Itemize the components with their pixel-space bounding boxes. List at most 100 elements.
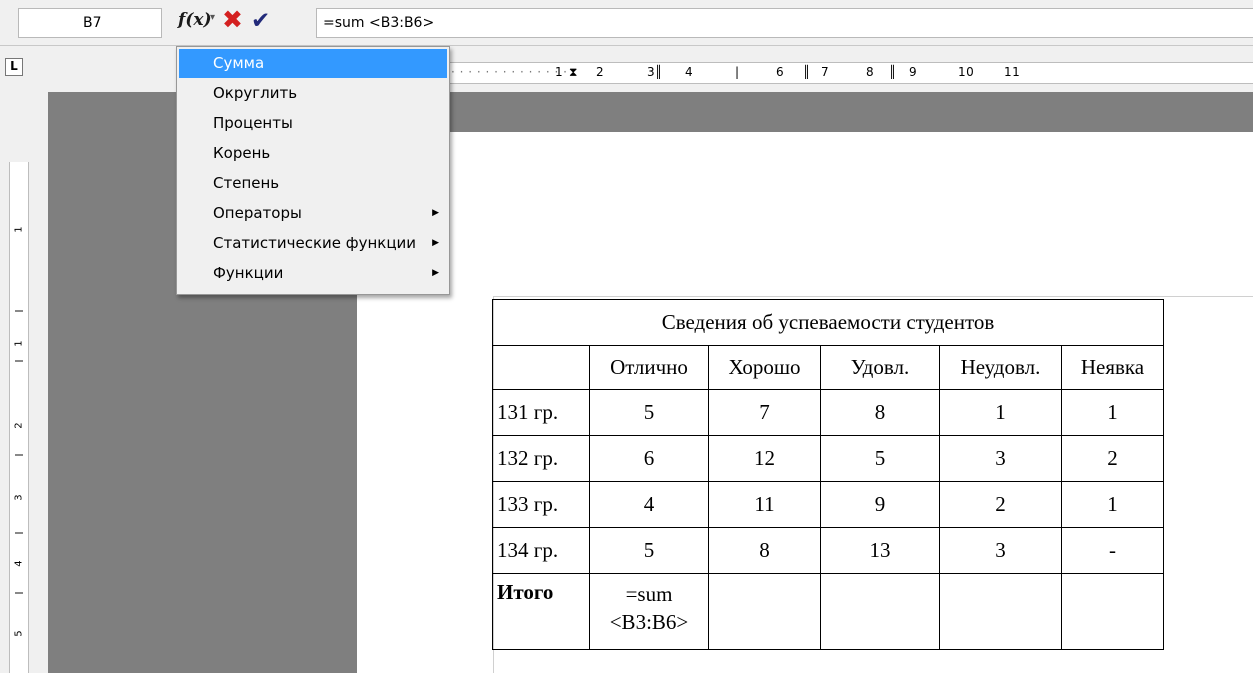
table-header-row: Отлично Хорошо Удовл. Неудовл. Неявка <box>492 345 1164 390</box>
row-label-cell[interactable]: 134 гр. <box>492 527 590 574</box>
table-cell[interactable]: 3 <box>939 527 1062 574</box>
table-cell[interactable]: - <box>1061 527 1164 574</box>
column-marker-icon[interactable]: ║ <box>803 65 811 79</box>
ruler-number: 3 <box>647 65 656 79</box>
ruler-number: 3 <box>13 494 25 501</box>
row-label-cell[interactable]: 132 гр. <box>492 435 590 482</box>
menu-item-percent[interactable]: Проценты <box>179 109 447 138</box>
table-cell[interactable]: 2 <box>1061 435 1164 482</box>
cancel-icon[interactable]: ✖ <box>222 5 243 35</box>
ruler-number: 8 <box>866 65 875 79</box>
table-cell[interactable]: 4 <box>589 481 709 528</box>
table-cell[interactable]: 1 <box>939 389 1062 436</box>
active-formula-cell[interactable]: =sum <B3:B6> <box>589 573 709 650</box>
ruler-marker <box>15 532 23 534</box>
ruler-number: 2 <box>596 65 605 79</box>
submenu-arrow-icon: ▶ <box>432 238 439 248</box>
table-cell[interactable]: 5 <box>820 435 940 482</box>
column-marker-icon[interactable]: ║ <box>655 65 663 79</box>
ruler-number: 9 <box>909 65 918 79</box>
performance-table[interactable]: Сведения об успеваемости студентов Отлич… <box>492 299 1164 650</box>
menu-item-label: Функции <box>213 264 284 282</box>
row-label-cell[interactable]: 133 гр. <box>492 481 590 528</box>
table-cell[interactable]: 1 <box>1061 389 1164 436</box>
table-cell[interactable]: 2 <box>939 481 1062 528</box>
menu-item-square-root[interactable]: Корень <box>179 139 447 168</box>
table-row: 131 гр. 5 7 8 1 1 <box>492 389 1164 436</box>
table-cell[interactable]: 8 <box>708 527 821 574</box>
menu-item-label: Статистические функции <box>213 234 417 252</box>
ruler-number: 6 <box>776 65 785 79</box>
menu-item-label: Корень <box>213 144 271 162</box>
menu-item-round[interactable]: Округлить <box>179 79 447 108</box>
ruler-number: 10 <box>958 65 975 79</box>
menu-item-label: Сумма <box>213 54 265 72</box>
ruler-number: 4 <box>13 560 25 567</box>
table-cell[interactable]: 8 <box>820 389 940 436</box>
menu-item-operators[interactable]: Операторы ▶ <box>179 199 447 228</box>
menu-item-label: Операторы <box>213 204 302 222</box>
ruler-number: 5 <box>13 630 25 637</box>
table-cell[interactable] <box>939 573 1062 650</box>
vertical-ruler-area: 1 1 2 3 4 5 <box>0 92 48 673</box>
row-label-cell[interactable]: 131 гр. <box>492 389 590 436</box>
tab-stop-selector[interactable]: L <box>5 58 23 76</box>
menu-item-label: Округлить <box>213 84 298 102</box>
table-header-cell[interactable]: Отлично <box>589 345 709 390</box>
table-cell[interactable]: 11 <box>708 481 821 528</box>
menu-item-label: Проценты <box>213 114 293 132</box>
table-cell[interactable]: 1 <box>1061 481 1164 528</box>
table-cell[interactable]: 5 <box>589 527 709 574</box>
text-boundary-line <box>493 296 1253 297</box>
ruler-number: 7 <box>821 65 830 79</box>
table-cell[interactable] <box>708 573 821 650</box>
formula-input[interactable]: =sum <B3:B6> <box>316 8 1253 38</box>
ruler-number: 4 <box>685 65 694 79</box>
table-cell[interactable]: 5 <box>589 389 709 436</box>
table-cell[interactable]: 9 <box>820 481 940 528</box>
ruler-number: 11 <box>1004 65 1021 79</box>
table-header-cell[interactable] <box>492 345 590 390</box>
table-cell[interactable]: 12 <box>708 435 821 482</box>
table-header-cell[interactable]: Неудовл. <box>939 345 1062 390</box>
table-cell[interactable]: 13 <box>820 527 940 574</box>
table-row: 132 гр. 6 12 5 3 2 <box>492 435 1164 482</box>
total-label-cell[interactable]: Итого <box>492 573 590 650</box>
submenu-arrow-icon: ▶ <box>432 208 439 218</box>
column-marker-icon[interactable]: | <box>735 65 740 79</box>
table-cell[interactable]: 6 <box>589 435 709 482</box>
horizontal-ruler[interactable]: · · · · · · · · · · · · · · 1 ⧗ 2 3 ║ 4 … <box>447 62 1253 84</box>
table-header-cell[interactable]: Неявка <box>1061 345 1164 390</box>
dropdown-arrow-icon[interactable]: ▾ <box>210 12 215 23</box>
function-icon[interactable]: f(x) <box>178 10 212 30</box>
indent-marker-icon[interactable]: ⧗ <box>569 65 578 80</box>
ruler-number: 1 <box>555 65 564 79</box>
menu-item-label: Степень <box>213 174 280 192</box>
menu-item-statistical-functions[interactable]: Статистические функции ▶ <box>179 229 447 258</box>
cell-reference-box[interactable]: B7 <box>18 8 162 38</box>
column-marker-icon[interactable]: ║ <box>889 65 897 79</box>
table-title[interactable]: Сведения об успеваемости студентов <box>492 299 1164 346</box>
table-header-cell[interactable]: Удовл. <box>820 345 940 390</box>
formula-line: <B3:B6> <box>609 610 689 634</box>
submenu-arrow-icon: ▶ <box>432 268 439 278</box>
ruler-number: 2 <box>13 422 25 429</box>
table-row: 134 гр. 5 8 13 3 - <box>492 527 1164 574</box>
ruler-marker <box>15 454 23 456</box>
table-cell[interactable] <box>820 573 940 650</box>
page-top-gap <box>357 92 1253 132</box>
menu-item-sum[interactable]: Сумма <box>179 49 447 78</box>
ruler-number: 1 <box>13 340 25 347</box>
total-row: Итого =sum <B3:B6> <box>492 573 1164 650</box>
ruler-marker <box>15 360 23 362</box>
table-header-cell[interactable]: Хорошо <box>708 345 821 390</box>
formula-dropdown-menu: Сумма Округлить Проценты Корень Степень … <box>176 46 450 295</box>
ruler-marker <box>15 592 23 594</box>
table-cell[interactable] <box>1061 573 1164 650</box>
accept-icon[interactable]: ✔ <box>251 6 270 36</box>
table-cell[interactable]: 7 <box>708 389 821 436</box>
vertical-ruler[interactable]: 1 1 2 3 4 5 <box>9 162 29 673</box>
menu-item-functions[interactable]: Функции ▶ <box>179 259 447 288</box>
table-cell[interactable]: 3 <box>939 435 1062 482</box>
menu-item-power[interactable]: Степень <box>179 169 447 198</box>
